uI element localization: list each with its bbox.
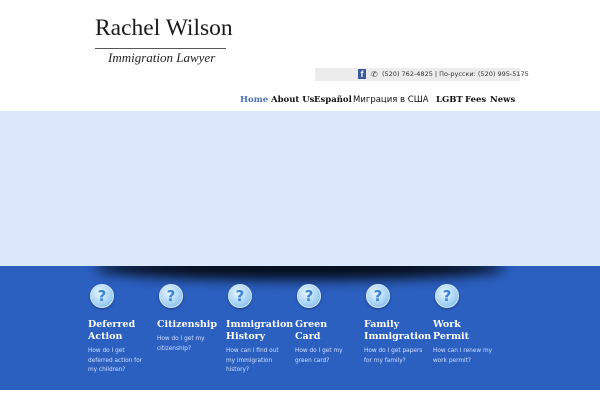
site-logo[interactable]: Rachel Wilson Immigration Lawyer [95, 14, 235, 65]
question-icon[interactable]: ? [435, 284, 459, 308]
nav-migration-usa[interactable]: Миграция в США [353, 94, 429, 106]
card-desc: How do I get my green card? [295, 348, 343, 364]
card-title[interactable]: Citizenship [157, 319, 217, 331]
card-title[interactable]: Immigration History [226, 319, 293, 343]
service-card-immigration-history[interactable]: ? Immigration History How can I find out… [226, 284, 293, 376]
logo-tagline: Immigration Lawyer [108, 50, 216, 65]
nav-about-us[interactable]: About Us [271, 94, 314, 106]
card-title[interactable]: Family Immigration [364, 319, 431, 343]
question-icon[interactable]: ? [366, 284, 390, 308]
service-card-family-immigration[interactable]: ? Family Immigration How do I get papers… [364, 284, 431, 366]
question-icon[interactable]: ? [159, 284, 183, 308]
nav-fees[interactable]: Fees [465, 94, 486, 106]
contact-phones: (520) 762-4825 | По-русски: (520) 995-51… [382, 70, 529, 78]
card-desc: How do I get deferred action for my chil… [88, 348, 143, 373]
nav-lgbt[interactable]: LGBT [436, 94, 463, 106]
card-desc: How can I find out my immigration histor… [226, 348, 279, 373]
card-title[interactable]: Work Permit [433, 319, 493, 343]
service-card-work-permit[interactable]: ? Work Permit How can I renew my work pe… [433, 284, 493, 366]
nav-home[interactable]: Home [240, 94, 268, 106]
nav-news[interactable]: News [490, 94, 515, 106]
main-nav: Home About Us Español Миграция в США LGB… [0, 94, 600, 106]
service-card-citizenship[interactable]: ? Citizenship How do I get my citizenshi… [157, 284, 217, 354]
service-card-deferred-action[interactable]: ? Deferred Action How do I get deferred … [88, 284, 148, 376]
question-icon[interactable]: ? [297, 284, 321, 308]
question-icon[interactable]: ? [90, 284, 114, 308]
card-desc: How can I renew my work permit? [433, 348, 493, 364]
logo-divider [95, 48, 226, 49]
band-shadow [95, 266, 505, 280]
card-title[interactable]: Deferred Action [88, 319, 148, 343]
card-title[interactable]: Green Card [295, 319, 355, 343]
contact-bar: f ✆ (520) 762-4825 | По-русски: (520) 99… [315, 68, 529, 81]
phone-icon: ✆ [371, 70, 378, 79]
logo-name: Rachel Wilson [95, 15, 233, 41]
nav-espanol[interactable]: Español [314, 94, 352, 106]
hero-banner [0, 111, 600, 266]
card-desc: How do I get papers for my family? [364, 348, 423, 364]
facebook-icon[interactable]: f [358, 69, 366, 79]
card-desc: How do I get my citizenship? [157, 336, 205, 352]
question-icon[interactable]: ? [228, 284, 252, 308]
page-bottom [0, 390, 600, 400]
service-card-green-card[interactable]: ? Green Card How do I get my green card? [295, 284, 355, 366]
